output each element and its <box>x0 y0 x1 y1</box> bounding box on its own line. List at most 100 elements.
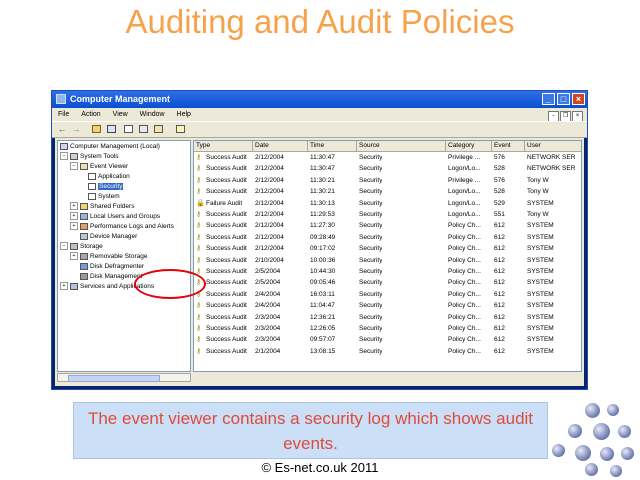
table-row[interactable]: Success Audit 2/4/2004 11:04:47 Security Pol… <box>194 300 581 311</box>
table-row[interactable]: Success Audit 2/12/2004 11:30:47 Security Lo… <box>194 163 581 174</box>
cell-source: Security <box>359 256 383 264</box>
cell-event: 612 <box>494 290 505 298</box>
forward-arrow-icon[interactable]: → <box>71 124 81 134</box>
table-row[interactable]: Success Audit 2/3/2004 12:36:21 Security Pol… <box>194 312 581 323</box>
tree-item-disk-management[interactable]: Disk Management <box>80 272 142 282</box>
back-arrow-icon[interactable]: ← <box>57 124 67 134</box>
table-row[interactable]: Success Audit 2/12/2004 11:29:53 Security Lo… <box>194 209 581 220</box>
table-row[interactable]: Success Audit 2/5/2004 09:05:46 Security Pol… <box>194 277 581 288</box>
table-row[interactable]: Success Audit 2/3/2004 12:26:05 Security Pol… <box>194 323 581 334</box>
success-key-icon: ⚷ <box>196 256 202 264</box>
cell-category: Policy Ch... <box>448 336 481 344</box>
tree-item-system-tools[interactable]: − System Tools <box>60 152 119 162</box>
cell-time: 11:29:53 <box>310 211 335 218</box>
table-row[interactable]: Success Audit 2/12/2004 11:27:30 Security Po… <box>194 220 581 231</box>
expand-icon[interactable]: + <box>70 202 78 211</box>
cell-time: 09:17:02 <box>310 245 336 253</box>
column-header-event[interactable]: Event <box>492 141 525 151</box>
up-folder-icon[interactable] <box>92 125 101 133</box>
table-row[interactable]: Success Audit 2/10/2004 10:00:36 Security Po… <box>194 255 581 266</box>
expand-icon[interactable]: + <box>70 252 78 261</box>
column-header-type[interactable]: Type <box>194 141 253 151</box>
tree-item-storage[interactable]: − Storage <box>60 242 103 252</box>
show-hide-tree-icon[interactable] <box>107 125 116 133</box>
table-row[interactable]: Success Audit 2/1/2004 13:08:15 Security Pol… <box>194 346 581 357</box>
tree-item-root[interactable]: Computer Management (Local) <box>60 142 160 152</box>
column-header-category[interactable]: Category <box>446 141 492 151</box>
disk-icon <box>80 272 88 280</box>
tree-item-device-manager[interactable]: Device Manager <box>80 232 137 242</box>
table-row[interactable]: Success Audit 2/12/2004 11:30:47 Security Pr… <box>194 152 581 163</box>
column-header-time[interactable]: Time <box>308 141 357 151</box>
cell-category: Policy Ch... <box>448 347 481 355</box>
table-row[interactable]: Success Audit 2/12/2004 11:30:21 Security Lo… <box>194 186 581 197</box>
collapse-icon[interactable]: − <box>70 162 78 171</box>
cell-event: 528 <box>494 165 505 173</box>
tree-item-disk-defragmenter[interactable]: Disk Defragmenter <box>80 262 144 272</box>
cell-user: SYSTEM <box>527 245 554 253</box>
column-header-user[interactable]: User <box>525 141 581 151</box>
cell-event: 576 <box>494 154 505 161</box>
cell-event: 612 <box>494 279 505 287</box>
decorative-sphere <box>600 447 614 461</box>
expand-icon[interactable]: + <box>60 282 68 291</box>
cell-date: 2/12/2004 <box>255 154 284 161</box>
cell-user: Tony W <box>527 188 549 196</box>
menu-file[interactable]: File <box>58 111 69 118</box>
expand-icon[interactable]: + <box>70 222 78 231</box>
table-row[interactable]: Success Audit 2/3/2004 09:57:07 Security Pol… <box>194 334 581 345</box>
table-row[interactable]: Success Audit 2/5/2004 10:44:30 Security Pol… <box>194 266 581 277</box>
menu-action[interactable]: Action <box>81 111 100 118</box>
expand-icon[interactable]: + <box>70 212 78 221</box>
table-row[interactable]: Success Audit 2/12/2004 11:30:21 Security Pr… <box>194 175 581 186</box>
table-row[interactable]: Success Audit 2/12/2004 09:17:02 Security Po… <box>194 243 581 254</box>
tree-item-removable-storage[interactable]: + Removable Storage <box>70 252 147 262</box>
help-icon[interactable] <box>176 125 185 133</box>
cell-event: 612 <box>494 256 505 264</box>
table-row[interactable]: Success Audit 2/12/2004 09:28:49 Security Po… <box>194 232 581 243</box>
cell-source: Security <box>359 222 383 230</box>
cell-user: SYSTEM <box>527 302 554 310</box>
computer-management-window: Computer Management _ □ × File Action Vi… <box>51 90 588 390</box>
success-key-icon: ⚷ <box>196 347 202 355</box>
menu-help[interactable]: Help <box>177 111 191 118</box>
cell-date: 2/12/2004 <box>255 211 284 218</box>
column-header-date[interactable]: Date <box>253 141 308 151</box>
cell-date: 2/3/2004 <box>255 325 281 332</box>
collapse-icon[interactable]: − <box>60 242 68 251</box>
tree-item-local-users[interactable]: + Local Users and Groups <box>70 212 160 222</box>
cell-source: Security <box>359 290 383 298</box>
tree-horizontal-scrollbar[interactable] <box>57 373 191 382</box>
computer-management-icon <box>56 94 66 104</box>
export-list-icon[interactable] <box>124 125 133 133</box>
tree-item-application[interactable]: Application <box>88 172 130 182</box>
scrollbar-thumb[interactable] <box>68 375 160 382</box>
menu-view[interactable]: View <box>113 111 128 118</box>
tree-item-shared-folders[interactable]: + Shared Folders <box>70 202 134 212</box>
folder-icon <box>80 202 88 210</box>
cell-event: 528 <box>494 188 505 196</box>
cell-user: NETWORK SER <box>527 165 576 173</box>
refresh-icon[interactable] <box>154 125 163 133</box>
table-row[interactable]: Success Audit 2/4/2004 16:03:11 Security Pol… <box>194 289 581 300</box>
services-icon <box>70 282 78 290</box>
cell-date: 2/12/2004 <box>255 233 284 241</box>
minimize-button[interactable]: _ <box>542 93 555 105</box>
tree-item-system[interactable]: System <box>88 192 120 202</box>
decorative-sphere <box>585 463 598 476</box>
tree-item-event-viewer[interactable]: − Event Viewer <box>70 162 128 172</box>
column-header-source[interactable]: Source <box>357 141 446 151</box>
tree-item-performance-logs[interactable]: + Performance Logs and Alerts <box>70 222 174 232</box>
tree-item-security[interactable]: Security <box>88 182 124 192</box>
table-row[interactable]: Failure Audit 2/12/2004 11:30:13 Security Lo… <box>194 198 581 209</box>
window-titlebar[interactable]: Computer Management _ □ × <box>52 91 587 108</box>
close-button[interactable]: × <box>572 93 585 105</box>
cell-time: 12:36:21 <box>310 313 336 321</box>
collapse-icon[interactable]: − <box>60 152 68 161</box>
maximize-button[interactable]: □ <box>557 93 570 105</box>
decorative-sphere <box>568 424 582 438</box>
cell-type: Failure Audit <box>206 199 243 207</box>
properties-icon[interactable] <box>139 125 148 133</box>
log-icon <box>88 182 96 190</box>
menu-window[interactable]: Window <box>140 111 165 118</box>
